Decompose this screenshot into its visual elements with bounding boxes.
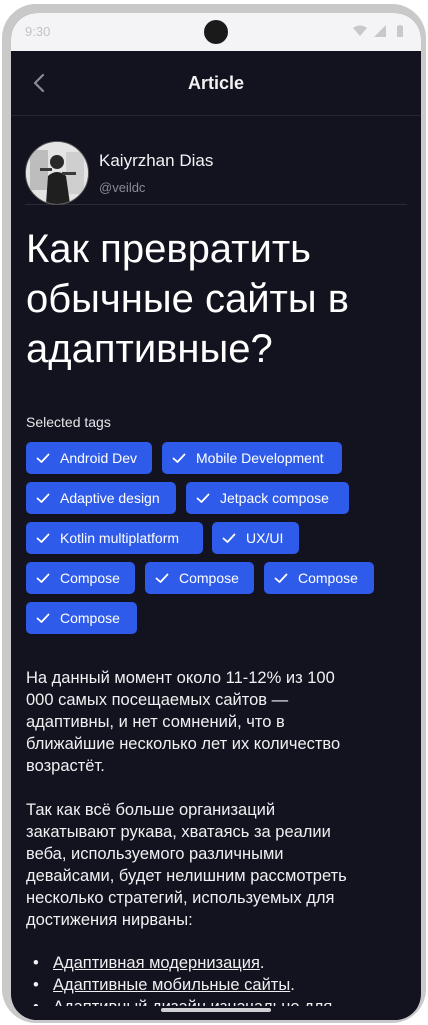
check-icon: [36, 493, 50, 503]
tag-label: Compose: [179, 570, 239, 586]
check-icon: [155, 573, 169, 583]
tag-chip[interactable]: Compose: [145, 562, 254, 594]
tag-label: Kotlin multiplatform: [60, 530, 180, 546]
tag-chip[interactable]: Android Dev: [26, 442, 152, 474]
article-title: Как превратить обычные сайты в адаптивны…: [26, 224, 416, 374]
article-link[interactable]: Адаптивная модернизация: [53, 954, 260, 972]
page-title: Article: [187, 73, 245, 93]
avatar[interactable]: [25, 141, 89, 205]
paragraph-line: возрастёт.: [26, 757, 105, 775]
tag-label: Compose: [298, 570, 358, 586]
front-camera: [204, 20, 228, 44]
tag-chip[interactable]: UX/UI: [212, 522, 299, 554]
bullet-list: • Адаптивная модернизация. • Адаптивные …: [26, 952, 406, 1006]
paragraph-line: 000 самых посещаемых сайтов —: [26, 691, 289, 709]
tag-label: Mobile Development: [196, 450, 324, 466]
check-icon: [36, 573, 50, 583]
title-line: адаптивные?: [26, 327, 273, 371]
article-paragraph: Так как всё больше организаций закатываю…: [26, 799, 396, 931]
status-time: 9:30: [25, 24, 51, 39]
paragraph-line: Так как всё больше организаций: [26, 801, 276, 819]
bullet: •: [33, 976, 39, 994]
tag-label: UX/UI: [246, 530, 284, 546]
avatar-photo: [26, 142, 88, 204]
signal-icon: [374, 25, 386, 37]
tag-chip[interactable]: Kotlin multiplatform: [26, 522, 203, 554]
paragraph-line: закатывают рукава, хватаясь за реалии: [26, 823, 331, 841]
list-item: • Адаптивная модернизация.: [26, 952, 406, 974]
check-icon: [222, 533, 236, 543]
author-header[interactable]: Kaiyrzhan Dias @veildc: [25, 130, 407, 205]
title-line: обычные сайты в: [26, 277, 349, 321]
author-name: Kaiyrzhan Dias: [99, 151, 214, 170]
paragraph-line: несколько стратегий, используемых для: [26, 889, 335, 907]
screen: 9:30 Article Kaiyrzhan Dias @veildc Как …: [11, 13, 421, 1020]
home-indicator[interactable]: [161, 1008, 271, 1012]
tag-label: Compose: [60, 570, 120, 586]
author-handle: @veildc: [99, 180, 146, 195]
device-frame: 9:30 Article Kaiyrzhan Dias @veildc Как …: [2, 4, 426, 1023]
check-icon: [36, 453, 50, 463]
tag-chip[interactable]: Compose: [26, 562, 135, 594]
tag-label: Compose: [60, 610, 120, 626]
check-icon: [196, 493, 210, 503]
check-icon: [36, 533, 50, 543]
gesture-bar: [11, 1006, 421, 1020]
list-item: • Адаптивные мобильные сайты.: [26, 974, 406, 996]
tag-chip[interactable]: Jetpack compose: [186, 482, 349, 514]
check-icon: [36, 613, 50, 623]
list-suffix: .: [259, 954, 265, 972]
bullet: •: [33, 954, 39, 972]
tag-chip[interactable]: Compose: [264, 562, 374, 594]
tag-chip[interactable]: Mobile Development: [162, 442, 342, 474]
paragraph-line: достижения нирваны:: [26, 911, 193, 929]
article-link[interactable]: Адаптивные мобильные сайты: [53, 976, 290, 994]
tag-label: Jetpack compose: [220, 490, 329, 506]
wifi-icon: [353, 25, 367, 36]
status-bar: 9:30: [11, 13, 421, 51]
tag-label: Adaptive design: [60, 490, 160, 506]
list-item: • Адаптивный дизайн изначально для: [26, 996, 406, 1006]
article-content[interactable]: Kaiyrzhan Dias @veildc Как превратить об…: [11, 116, 421, 1006]
top-app-bar: Article: [11, 51, 421, 116]
tag-label: Android Dev: [60, 450, 138, 466]
bullet: •: [33, 996, 39, 1006]
status-icons: [353, 25, 407, 37]
title-line: Как превратить: [26, 227, 311, 271]
battery-icon: [397, 25, 403, 37]
tag-chip[interactable]: Adaptive design: [26, 482, 176, 514]
tag-chip[interactable]: Compose: [26, 602, 137, 634]
check-icon: [172, 453, 186, 463]
phone: 9:30 Article Kaiyrzhan Dias @veildc Как …: [0, 0, 428, 1025]
article-link[interactable]: Адаптивный дизайн изначально для: [53, 998, 332, 1006]
paragraph-line: девайсами, будет нелишним рассмотреть: [26, 867, 347, 885]
article-paragraph: На данный момент около 11-12% из 100 000…: [26, 667, 396, 777]
paragraph-line: адаптивны, и нет сомнений, что в: [26, 713, 285, 731]
tags-label: Selected tags: [26, 414, 111, 430]
paragraph-line: На данный момент около 11-12% из 100: [26, 669, 335, 687]
check-icon: [274, 573, 288, 583]
paragraph-line: ближайшие несколько лет их количество: [26, 735, 341, 753]
paragraph-line: веба, используемого различными: [26, 845, 284, 863]
list-suffix: .: [290, 976, 295, 994]
